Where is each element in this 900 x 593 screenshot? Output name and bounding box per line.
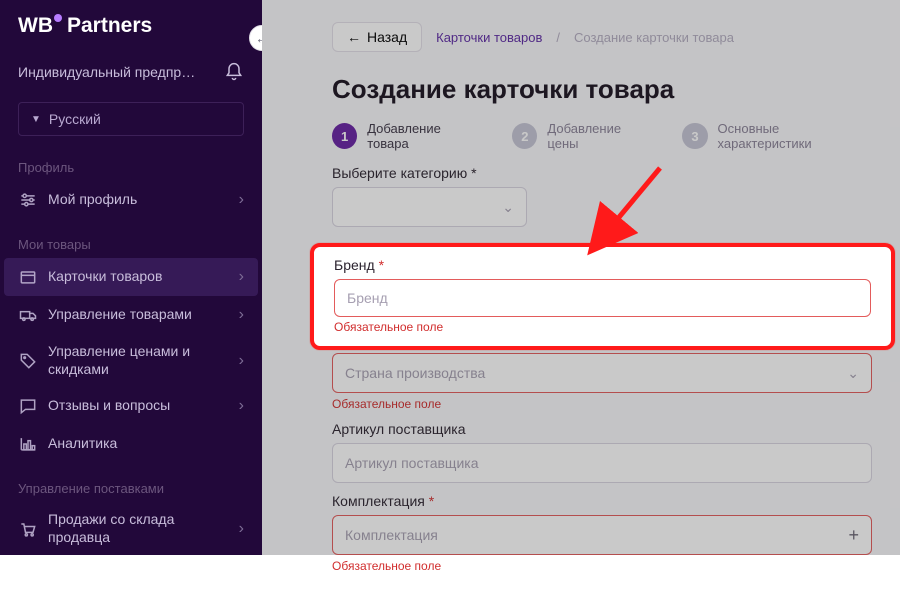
tag-icon — [18, 351, 38, 371]
sidebar-item-my-profile[interactable]: Мой профиль › — [0, 181, 262, 219]
sidebar-item-label: Управление ценами и скидками — [48, 343, 208, 378]
bundle-input-wrap: + — [332, 515, 872, 555]
step-label: Добавление цены — [547, 121, 652, 151]
chevron-down-icon: ⌄ — [502, 199, 514, 216]
bundle-label: Комплектация * — [332, 493, 872, 509]
cart-icon — [18, 519, 38, 539]
step-num: 3 — [682, 123, 707, 149]
box-icon — [18, 267, 38, 287]
sidebar-item-label: Продажи со склада продавца — [48, 511, 208, 546]
page-title: Создание карточки товара — [332, 74, 872, 105]
sidebar-item-label: Аналитика — [48, 435, 117, 453]
sidebar: WB Partners Индивидуальный предпр… ▼ Рус… — [0, 0, 262, 555]
back-button[interactable]: ← Назад — [332, 22, 422, 52]
brand-error: Обязательное поле — [334, 320, 871, 334]
sidebar-item-seller-stock[interactable]: Продажи со склада продавца › — [0, 502, 262, 555]
chevron-right-icon: › — [239, 268, 244, 286]
country-error: Обязательное поле — [332, 397, 872, 411]
bundle-input[interactable] — [345, 527, 848, 543]
sidebar-item-reviews[interactable]: Отзывы и вопросы › — [0, 387, 262, 425]
step-num: 2 — [512, 123, 537, 149]
arrow-left-icon: ← — [347, 29, 361, 45]
chevron-down-icon: ⌄ — [847, 365, 859, 382]
sidebar-item-label: Отзывы и вопросы — [48, 397, 170, 415]
sidebar-item-analytics[interactable]: Аналитика — [0, 425, 262, 463]
sidebar-item-manage-goods[interactable]: Управление товарами › — [0, 296, 262, 334]
article-input[interactable] — [345, 455, 859, 471]
bell-icon[interactable] — [224, 62, 244, 82]
back-label: Назад — [367, 29, 407, 45]
chat-icon — [18, 396, 38, 416]
sliders-icon — [18, 190, 38, 210]
breadcrumb: ← Назад Карточки товаров / Создание карт… — [332, 22, 872, 52]
category-field: Выберите категорию * ⌄ — [332, 165, 872, 227]
breadcrumb-sep: / — [556, 30, 560, 45]
logo-suffix: Partners — [67, 14, 152, 38]
steps: 1 Добавление товара 2 Добавление цены 3 … — [332, 121, 872, 151]
user-name: Индивидуальный предпр… — [18, 64, 195, 80]
logo-dot-icon — [54, 14, 62, 22]
breadcrumb-link[interactable]: Карточки товаров — [436, 30, 542, 45]
breadcrumb-current: Создание карточки товара — [574, 30, 734, 45]
chevron-right-icon: › — [239, 306, 244, 324]
category-select[interactable]: ⌄ — [332, 187, 527, 227]
category-label: Выберите категорию * — [332, 165, 872, 181]
section-heading-profile: Профиль — [0, 142, 262, 181]
step-1[interactable]: 1 Добавление товара — [332, 121, 482, 151]
user-row: Индивидуальный предпр… — [0, 48, 262, 96]
step-3[interactable]: 3 Основные характеристики — [682, 121, 872, 151]
section-heading-goods: Мои товары — [0, 219, 262, 258]
logo: WB Partners — [0, 14, 262, 48]
chevron-right-icon: › — [239, 520, 244, 538]
sidebar-item-label: Мой профиль — [48, 191, 137, 209]
language-select[interactable]: ▼ Русский — [18, 102, 244, 136]
bundle-field: Комплектация * + Обязательное поле — [332, 493, 872, 573]
plus-icon[interactable]: + — [848, 525, 859, 546]
sidebar-item-manage-prices[interactable]: Управление ценами и скидками › — [0, 334, 262, 387]
language-label: Русский — [49, 111, 101, 127]
article-label: Артикул поставщика — [332, 421, 872, 437]
truck-icon — [18, 305, 38, 325]
chevron-right-icon: › — [239, 352, 244, 370]
chevron-right-icon: › — [239, 191, 244, 209]
step-num: 1 — [332, 123, 357, 149]
sidebar-item-product-cards[interactable]: Карточки товаров › — [4, 258, 258, 296]
brand-input[interactable] — [347, 290, 858, 306]
country-placeholder: Страна производства — [345, 365, 485, 381]
chart-icon — [18, 434, 38, 454]
chevron-right-icon: › — [239, 397, 244, 415]
step-label: Добавление товара — [367, 121, 482, 151]
highlight-brand-box: Бренд * Обязательное поле — [310, 243, 895, 350]
country-select[interactable]: Страна производства ⌄ — [332, 353, 872, 393]
logo-prefix: WB — [18, 14, 53, 38]
article-field: Артикул поставщика — [332, 421, 872, 483]
chevron-down-icon: ▼ — [31, 114, 41, 125]
section-heading-supply: Управление поставками — [0, 463, 262, 502]
brand-label: Бренд * — [334, 257, 871, 273]
step-label: Основные характеристики — [718, 121, 872, 151]
bundle-error: Обязательное поле — [332, 559, 872, 573]
step-2[interactable]: 2 Добавление цены — [512, 121, 652, 151]
sidebar-item-label: Управление товарами — [48, 306, 192, 324]
sidebar-item-label: Карточки товаров — [48, 268, 162, 286]
article-input-wrap — [332, 443, 872, 483]
brand-input-wrap — [334, 279, 871, 317]
